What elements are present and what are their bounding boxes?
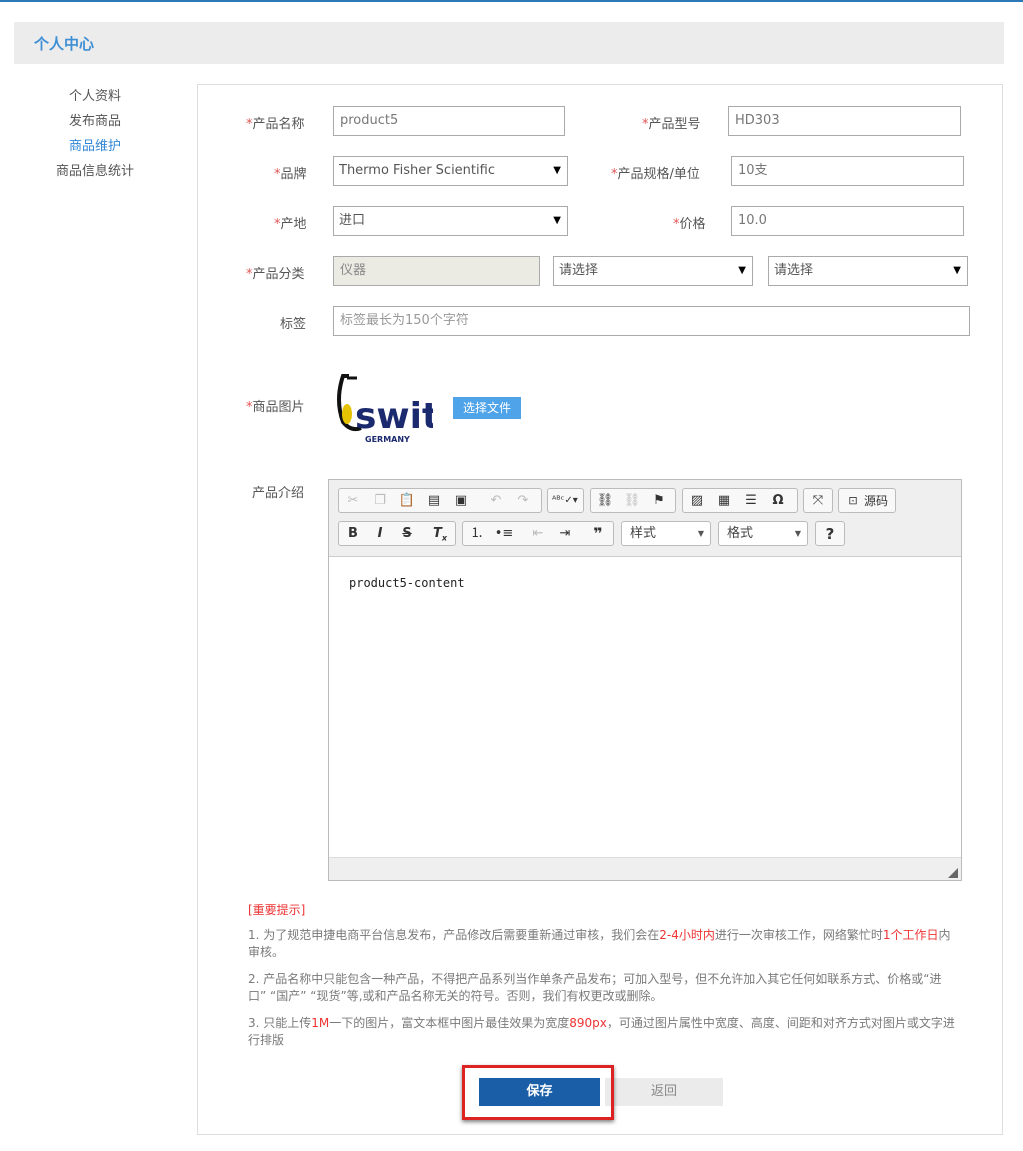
maximize-icon[interactable]: ⤧ xyxy=(807,491,829,511)
subcategory-select-2[interactable]: 请选择 ▼ xyxy=(768,256,968,286)
link-icon[interactable]: ⛓ xyxy=(594,491,616,511)
save-button[interactable]: 保存 xyxy=(479,1078,600,1106)
editor-toolbar: ✂ ❐ 📋 ▤ ▣ ↶ ↷ ᴬᴮᶜ✓▾ ⛓ ⛓ ⚑ ▨ ▦ ☰ Ω ⤧ ⊡ 源码… xyxy=(329,480,961,557)
chevron-down-icon: ▼ xyxy=(697,529,704,538)
source-label: 源码 xyxy=(864,494,889,508)
redo-icon[interactable]: ↷ xyxy=(512,491,534,511)
product-model-input[interactable]: HD303 xyxy=(728,106,961,136)
product-image-logo: switeg GERMANY xyxy=(333,370,489,448)
tags-label: 标签 xyxy=(280,317,307,332)
product-model-label: *产品型号 xyxy=(642,117,701,132)
spec-unit-input[interactable]: 10支 xyxy=(731,156,964,186)
cut-icon[interactable]: ✂ xyxy=(342,491,364,511)
notice-title: [重要提示] xyxy=(248,903,306,917)
help-group[interactable]: ? xyxy=(815,521,845,546)
hr-icon[interactable]: ☰ xyxy=(740,491,762,511)
top-accent-line xyxy=(0,0,1023,2)
sidebar-item-maintain[interactable]: 商品维护 xyxy=(40,138,150,163)
product-image-label: *商品图片 xyxy=(246,400,305,415)
spec-unit-label: *产品规格/单位 xyxy=(611,167,700,182)
subcategory-select-1[interactable]: 请选择 ▼ xyxy=(553,256,753,286)
bulleted-list-icon[interactable]: •≡ xyxy=(493,524,515,544)
outdent-icon[interactable]: ⇤ xyxy=(527,524,549,544)
subcategory-1-value: 请选择 xyxy=(559,263,599,278)
sidebar-item-profile[interactable]: 个人资料 xyxy=(40,88,150,113)
notice-item-2: 2. 产品名称中只能包含一种产品，不得把产品系列当作单条产品发布；可加入型号，但… xyxy=(248,972,942,1003)
product-name-input[interactable]: product5 xyxy=(333,106,565,136)
help-icon: ? xyxy=(825,525,835,543)
brand-label: *品牌 xyxy=(274,167,307,182)
category-label: *产品分类 xyxy=(246,267,305,282)
format-dropdown[interactable]: 格式 ▼ xyxy=(718,521,808,546)
link-group: ⛓ ⛓ ⚑ xyxy=(590,488,676,513)
special-char-icon[interactable]: Ω xyxy=(767,491,789,511)
subcategory-2-value: 请选择 xyxy=(774,263,814,278)
styles-dropdown-label: 样式 xyxy=(630,526,657,541)
italic-icon[interactable]: I xyxy=(369,524,391,544)
editor-statusbar xyxy=(329,857,961,880)
origin-select-value: 进口 xyxy=(339,213,366,228)
basic-style-group: B I S Tx xyxy=(338,521,456,546)
origin-select[interactable]: 进口 ▼ xyxy=(333,206,568,236)
sidebar: 个人资料 发布商品 商品维护 商品信息统计 xyxy=(40,88,150,188)
editor-content[interactable]: product5-content xyxy=(349,576,465,590)
paste-icon[interactable]: 📋 xyxy=(396,491,418,511)
resize-grip-icon[interactable] xyxy=(948,868,958,878)
brand-select[interactable]: Thermo Fisher Scientific ▼ xyxy=(333,156,568,186)
bold-icon[interactable]: B xyxy=(342,524,364,544)
insert-group: ▨ ▦ ☰ Ω xyxy=(682,488,798,513)
logo-subtext: GERMANY xyxy=(365,435,410,444)
origin-label: *产地 xyxy=(274,217,307,232)
brand-select-value: Thermo Fisher Scientific xyxy=(339,163,495,178)
tags-input[interactable]: 标签最长为150个字符 xyxy=(333,306,970,336)
logo-text: switeg xyxy=(355,396,433,437)
numbered-list-icon[interactable]: ⒈ xyxy=(466,524,488,544)
blockquote-icon[interactable]: ❞ xyxy=(587,524,609,544)
strike-icon[interactable]: S xyxy=(396,524,418,544)
indent-icon[interactable]: ⇥ xyxy=(554,524,576,544)
copy-icon[interactable]: ❐ xyxy=(369,491,391,511)
sidebar-item-statistics[interactable]: 商品信息统计 xyxy=(40,163,150,188)
notice-item-3: 3. 只能上传1M一下的图片，富文本框中图片最佳效果为宽度890px，可通过图片… xyxy=(248,1016,955,1047)
format-dropdown-label: 格式 xyxy=(727,526,754,541)
paste-word-icon[interactable]: ▣ xyxy=(450,491,472,511)
dropdown-arrow-icon: ▼ xyxy=(953,265,961,276)
maximize-group: ⤧ xyxy=(803,488,833,513)
unlink-icon[interactable]: ⛓ xyxy=(621,491,643,511)
choose-file-button[interactable]: 选择文件 xyxy=(453,397,521,419)
paste-text-icon[interactable]: ▤ xyxy=(423,491,445,511)
source-icon: ⊡ xyxy=(848,494,858,507)
price-input[interactable]: 10.0 xyxy=(731,206,964,236)
anchor-icon[interactable]: ⚑ xyxy=(648,491,670,511)
spellcheck-icon[interactable]: ᴬᴮᶜ✓▾ xyxy=(552,491,578,511)
chevron-down-icon: ▼ xyxy=(794,529,801,538)
product-edit-form: *产品名称 product5 *产品型号 HD303 *品牌 Thermo Fi… xyxy=(197,84,1003,1135)
price-label: *价格 xyxy=(673,217,706,232)
dropdown-arrow-icon: ▼ xyxy=(738,265,746,276)
list-group: ⒈ •≡ ⇤ ⇥ ❞ xyxy=(462,521,614,546)
dropdown-arrow-icon: ▼ xyxy=(553,215,561,226)
category-input: 仪器 xyxy=(333,256,540,286)
rich-text-editor: ✂ ❐ 📋 ▤ ▣ ↶ ↷ ᴬᴮᶜ✓▾ ⛓ ⛓ ⚑ ▨ ▦ ☰ Ω ⤧ ⊡ 源码… xyxy=(328,479,962,881)
back-button[interactable]: 返回 xyxy=(605,1078,723,1106)
source-group[interactable]: ⊡ 源码 xyxy=(838,488,896,513)
dropdown-arrow-icon: ▼ xyxy=(553,165,561,176)
undo-icon[interactable]: ↶ xyxy=(485,491,507,511)
sidebar-item-publish[interactable]: 发布商品 xyxy=(40,113,150,138)
page-header: 个人中心 xyxy=(14,22,1004,64)
intro-label: 产品介绍 xyxy=(252,486,305,501)
clipboard-group: ✂ ❐ 📋 ▤ ▣ ↶ ↷ xyxy=(338,488,542,513)
styles-dropdown[interactable]: 样式 ▼ xyxy=(621,521,711,546)
notice-item-1: 1. 为了规范申捷电商平台信息发布，产品修改后需要重新通过审核，我们会在2-4小… xyxy=(248,928,951,959)
page-title: 个人中心 xyxy=(34,35,95,53)
image-icon[interactable]: ▨ xyxy=(686,491,708,511)
remove-format-icon[interactable]: Tx xyxy=(429,524,451,544)
spellcheck-group: ᴬᴮᶜ✓▾ xyxy=(547,488,584,513)
product-name-label: *产品名称 xyxy=(246,117,305,132)
table-icon[interactable]: ▦ xyxy=(713,491,735,511)
